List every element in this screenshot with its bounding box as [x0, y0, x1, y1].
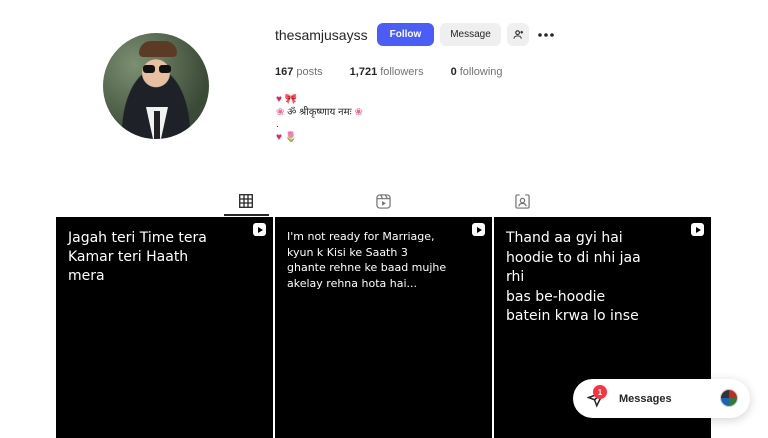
posts-count: 167 [275, 66, 294, 78]
message-button[interactable]: Message [440, 23, 501, 46]
reel-play-icon [472, 223, 485, 236]
posts-stat: 167 posts [275, 66, 323, 78]
post-caption: Jagah teri Time tera Kamar teri Haath me… [68, 230, 207, 284]
bio-line-1: ♥ 🎀 [276, 94, 363, 107]
profile-bio: ♥ 🎀 ❀ ॐ श्रीकृष्णाय नमः ❀ . ♥ 🌷 [276, 94, 363, 144]
profile-avatar[interactable] [103, 33, 209, 139]
messages-label: Messages [619, 392, 672, 405]
cherry-blossom-icon: ❀ [354, 106, 363, 118]
cherry-blossom-icon: ❀ [276, 106, 285, 118]
reel-play-icon [253, 223, 266, 236]
tab-posts[interactable] [237, 192, 255, 210]
tab-reels[interactable] [374, 192, 392, 210]
avatar-sunglasses [143, 65, 171, 73]
bio-line-4: ♥ 🌷 [276, 132, 363, 145]
bio-mantra-text: ॐ श्रीकृष्णाय नमः [287, 106, 352, 118]
ribbon-icon: 🎀 [284, 94, 298, 105]
bio-line-3: . [276, 119, 279, 130]
add-user-icon [512, 30, 523, 39]
following-label: following [459, 66, 503, 78]
reels-icon [375, 193, 391, 209]
post-tile[interactable]: Jagah teri Time tera Kamar teri Haath me… [56, 217, 273, 438]
unread-badge: 1 [593, 385, 607, 399]
follow-button[interactable]: Follow [377, 23, 434, 46]
post-caption: I'm not ready for Marriage, kyun k Kisi … [287, 230, 447, 290]
suggested-accounts-button[interactable] [507, 23, 529, 46]
profile-tabs [56, 190, 711, 217]
followers-label: followers [380, 66, 424, 78]
avatar-tie [154, 111, 160, 139]
following-stat[interactable]: 0 following [451, 66, 503, 78]
reel-play-icon [691, 223, 704, 236]
posts-label: posts [296, 66, 323, 78]
followers-count: 1,721 [349, 66, 378, 78]
profile-username: thesamjusayss [275, 27, 368, 43]
post-caption: Thand aa gyi hai hoodie to di nhi jaa rh… [506, 230, 641, 324]
following-count: 0 [450, 66, 457, 78]
followers-stat[interactable]: 1,721 followers [350, 66, 424, 78]
red-heart-icon: ♥ [276, 131, 282, 143]
messages-pill[interactable]: 1 Messages [573, 379, 750, 418]
bio-line-2: ❀ ॐ श्रीकृष्णाय नमः ❀ [276, 107, 363, 120]
grid-icon [239, 194, 253, 208]
post-tile[interactable]: I'm not ready for Marriage, kyun k Kisi … [275, 217, 492, 438]
more-dots-icon [538, 32, 554, 37]
profile-stats: 167 posts 1,721 followers 0 following [275, 66, 530, 78]
tulip-icon: 🌷 [284, 131, 298, 143]
active-tab-indicator [224, 214, 269, 216]
conversation-avatar [720, 389, 738, 407]
avatar-hair [139, 41, 177, 57]
tab-tagged[interactable] [513, 192, 531, 210]
more-options-button[interactable] [535, 23, 557, 46]
tagged-icon [514, 193, 530, 209]
red-heart-icon: ♥ [276, 94, 282, 105]
